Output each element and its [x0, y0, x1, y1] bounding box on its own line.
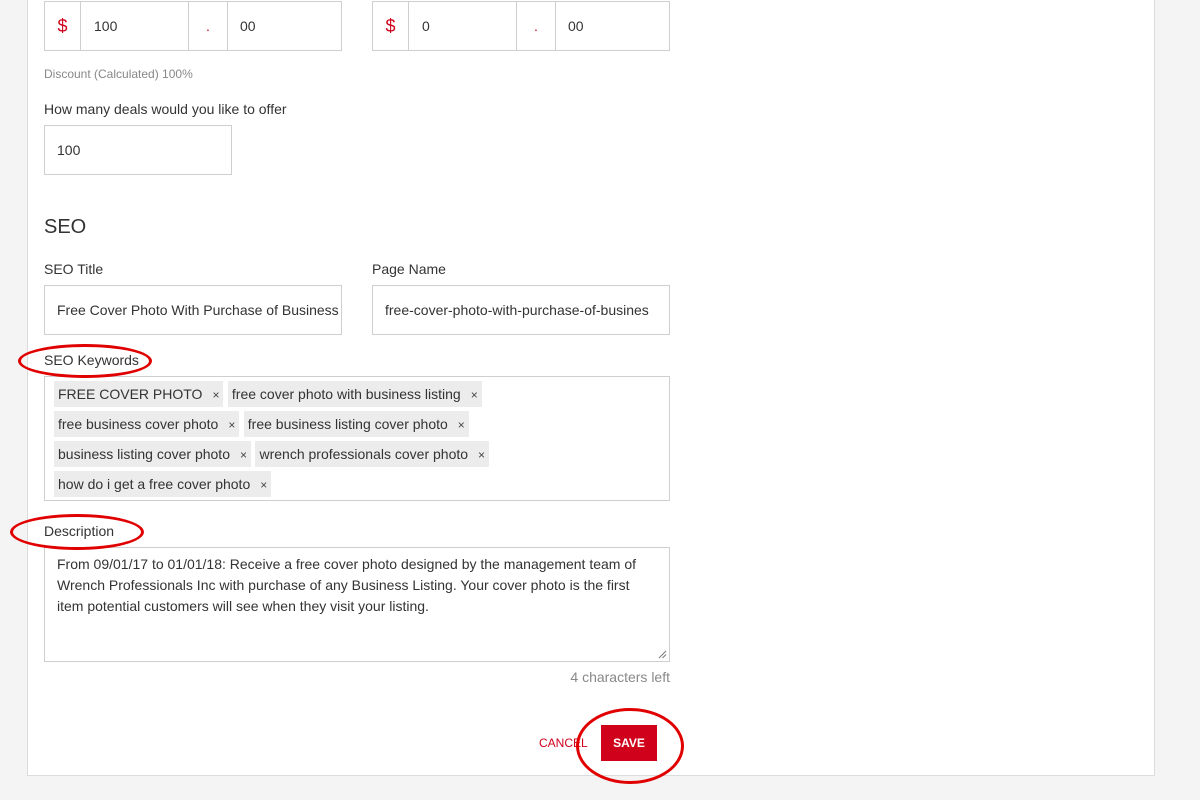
discount-calculated-text: Discount (Calculated) 100% [44, 67, 193, 81]
keyword-tag: free business cover photo × [54, 411, 240, 437]
deal-price-group: $ 0 . 00 [372, 1, 670, 51]
deals-count-label: How many deals would you like to offer [44, 101, 287, 117]
keyword-tag: free business listing cover photo × [243, 411, 469, 437]
remove-tag-icon[interactable]: × [471, 388, 478, 402]
description-text: From 09/01/17 to 01/01/18: Receive a fre… [57, 556, 637, 614]
resize-handle-icon[interactable] [657, 649, 667, 659]
deals-count-input[interactable]: 100 [44, 125, 232, 175]
keyword-tag: wrench professionals cover photo × [255, 441, 490, 467]
remove-tag-icon[interactable]: × [260, 478, 267, 492]
remove-tag-icon[interactable]: × [478, 448, 485, 462]
seo-title-label: SEO Title [44, 261, 104, 277]
original-price-cents-input[interactable]: 00 [228, 2, 341, 50]
decimal-separator: . [516, 2, 556, 50]
seo-keywords-input[interactable]: FREE COVER PHOTO × free cover photo with … [44, 376, 670, 501]
keyword-tag: how do i get a free cover photo × [54, 471, 272, 497]
currency-symbol: $ [45, 2, 81, 50]
original-price-group: $ 100 . 00 [44, 1, 342, 51]
deal-price-cents-input[interactable]: 00 [556, 2, 669, 50]
page-name-input[interactable]: free-cover-photo-with-purchase-of-busine… [372, 285, 670, 335]
keyword-tag: FREE COVER PHOTO × [54, 381, 224, 407]
decimal-separator: . [188, 2, 228, 50]
seo-heading: SEO [44, 216, 87, 238]
currency-symbol: $ [373, 2, 409, 50]
characters-left-text: 4 characters left [570, 669, 670, 685]
annotation-circle-save [576, 708, 684, 784]
keyword-tag: business listing cover photo × [54, 441, 252, 467]
annotation-circle-seo-keywords [18, 344, 152, 378]
page-name-label: Page Name [372, 261, 446, 277]
remove-tag-icon[interactable]: × [212, 388, 219, 402]
remove-tag-icon[interactable]: × [240, 448, 247, 462]
description-textarea[interactable]: From 09/01/17 to 01/01/18: Receive a fre… [44, 547, 670, 662]
seo-title-input[interactable]: Free Cover Photo With Purchase of Busine… [44, 285, 342, 335]
annotation-circle-description [10, 514, 144, 550]
keyword-tag: free cover photo with business listing × [227, 381, 482, 407]
remove-tag-icon[interactable]: × [458, 418, 465, 432]
remove-tag-icon[interactable]: × [228, 418, 235, 432]
